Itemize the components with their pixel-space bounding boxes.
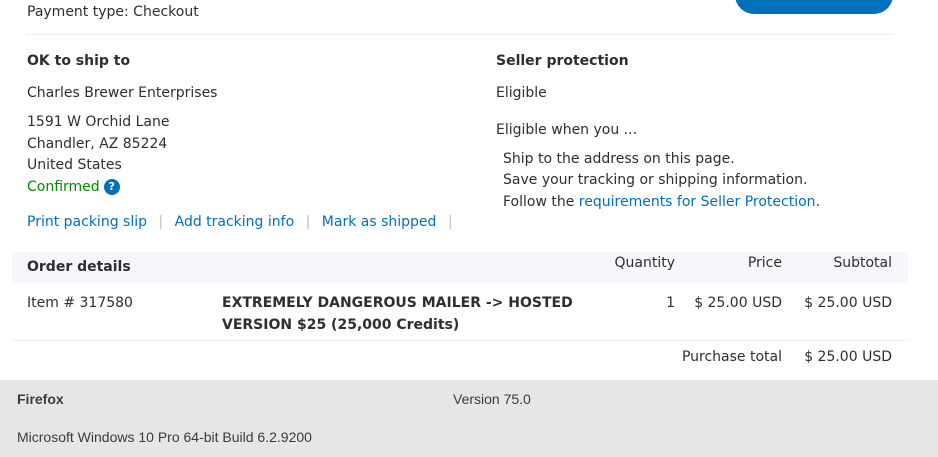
quantity-column-header: Quantity bbox=[614, 255, 676, 271]
order-details-heading: Order details bbox=[27, 259, 131, 275]
browser-version: Version 75.0 bbox=[453, 391, 531, 407]
protection-item-requirements: Follow the requirements for Seller Prote… bbox=[503, 194, 820, 210]
divider bbox=[27, 34, 893, 35]
action-links: Print packing slip | Add tracking info |… bbox=[27, 214, 460, 230]
subtotal-column-header: Subtotal bbox=[833, 255, 892, 271]
item-subtotal: $ 25.00 USD bbox=[804, 295, 892, 311]
seller-protection-requirements-link[interactable]: requirements for Seller Protection bbox=[579, 194, 816, 210]
address-line1: 1591 W Orchid Lane bbox=[27, 114, 170, 130]
purchase-total-label: Purchase total bbox=[681, 349, 782, 365]
requirements-suffix: . bbox=[815, 194, 821, 210]
purchase-total-value: $ 25.00 USD bbox=[804, 349, 892, 365]
primary-action-button[interactable] bbox=[735, 0, 893, 14]
seller-protection-intro: Eligible when you ... bbox=[496, 122, 638, 138]
os-info: Microsoft Windows 10 Pro 64-bit Build 6.… bbox=[17, 429, 312, 445]
seller-protection-status: Eligible bbox=[496, 85, 547, 101]
add-tracking-info-link[interactable]: Add tracking info bbox=[175, 214, 295, 230]
print-packing-slip-link[interactable]: Print packing slip bbox=[27, 214, 147, 230]
item-title-line1: EXTREMELY DANGEROUS MAILER -> HOSTED bbox=[222, 295, 573, 311]
protection-item-ship: Ship to the address on this page. bbox=[503, 151, 735, 167]
ship-to-name: Charles Brewer Enterprises bbox=[27, 85, 218, 101]
payment-type: Payment type: Checkout bbox=[27, 4, 199, 20]
divider bbox=[12, 340, 908, 341]
browser-name: Firefox bbox=[17, 391, 64, 407]
item-price: $ 25.00 USD bbox=[694, 295, 782, 311]
requirements-prefix: Follow the bbox=[503, 194, 579, 210]
address-country: United States bbox=[27, 157, 122, 173]
protection-item-tracking: Save your tracking or shipping informati… bbox=[503, 172, 808, 188]
mark-as-shipped-link[interactable]: Mark as shipped bbox=[322, 214, 437, 230]
separator: | bbox=[305, 214, 311, 230]
seller-protection-heading: Seller protection bbox=[496, 53, 629, 69]
address-status: Confirmed? bbox=[27, 179, 120, 195]
separator: | bbox=[158, 214, 164, 230]
price-column-header: Price bbox=[747, 255, 782, 271]
separator: | bbox=[447, 214, 453, 230]
address-line2: Chandler, AZ 85224 bbox=[27, 136, 168, 152]
item-number: Item # 317580 bbox=[27, 295, 133, 311]
confirmed-label: Confirmed bbox=[27, 179, 100, 195]
item-title-line2: VERSION $25 (25,000 Credits) bbox=[222, 317, 460, 333]
item-quantity: 1 bbox=[666, 295, 675, 311]
help-icon[interactable]: ? bbox=[103, 179, 120, 195]
ship-to-heading: OK to ship to bbox=[27, 53, 131, 69]
system-info-footer: Firefox Version 75.0 Microsoft Windows 1… bbox=[0, 380, 938, 457]
